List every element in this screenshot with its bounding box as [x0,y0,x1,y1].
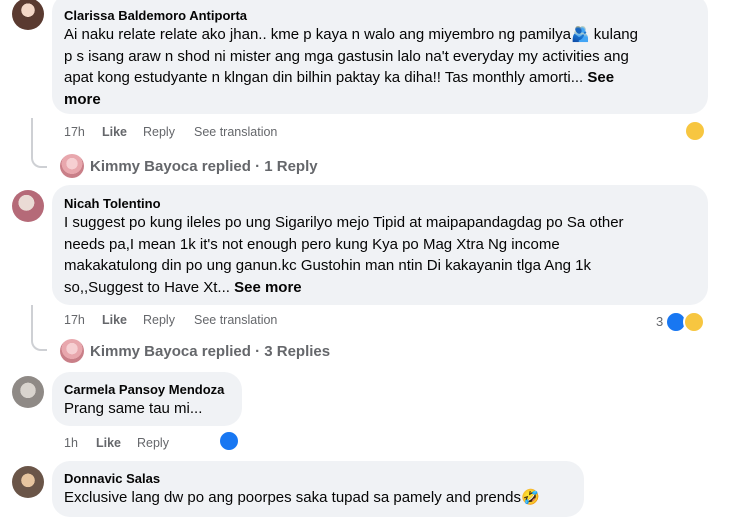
thread-connector [31,305,47,351]
comment-time[interactable]: 17h [64,313,85,327]
reply-button[interactable]: Reply [143,125,175,139]
comment-bubble: Carmela Pansoy Mendoza Prang same tau mi… [52,372,242,426]
avatar[interactable] [12,376,44,408]
comment-author[interactable]: Clarissa Baldemoro Antiporta [64,7,696,24]
avatar[interactable] [12,466,44,498]
comment-bubble: Donnavic Salas Exclusive lang dw po ang … [52,461,584,517]
comment-author[interactable]: Nicah Tolentino [64,195,696,212]
like-button[interactable]: Like [102,313,127,327]
see-translation-link[interactable]: See translation [194,125,277,139]
see-more-link[interactable]: See [587,69,614,86]
thread-connector [31,118,47,168]
avatar[interactable] [60,154,84,178]
comment-time[interactable]: 17h [64,125,85,139]
reaction-summary[interactable]: 3 [656,311,708,333]
like-button[interactable]: Like [96,436,121,450]
sad-reaction-icon[interactable] [686,122,704,140]
see-translation-link[interactable]: See translation [194,313,277,327]
view-replies-link[interactable]: Kimmy Bayoca replied · 3 Replies [90,343,330,360]
avatar[interactable] [12,0,44,30]
comment-author[interactable]: Donnavic Salas [64,470,572,487]
comment-text: Ai naku relate relate ako jhan.. kme p k… [64,24,696,110]
reply-button[interactable]: Reply [143,313,175,327]
avatar[interactable] [60,339,84,363]
reply-button[interactable]: Reply [137,436,169,450]
comment-bubble: Clarissa Baldemoro Antiporta Ai naku rel… [52,0,708,114]
see-more-link[interactable]: See more [234,279,302,296]
comment-bubble: Nicah Tolentino I suggest po kung ileles… [52,185,708,305]
like-reaction-icon[interactable] [219,431,239,451]
like-button[interactable]: Like [102,125,127,139]
view-replies-link[interactable]: Kimmy Bayoca replied · 1 Reply [90,158,318,175]
haha-reaction-icon [683,311,705,333]
comment-text: Prang same tau mi... [64,400,203,417]
see-more-link[interactable]: more [64,89,696,111]
comment-text: I suggest po kung ileles po ung Sigarily… [64,214,624,296]
comment-author[interactable]: Carmela Pansoy Mendoza [64,381,230,398]
reaction-count: 3 [656,314,664,329]
laughing-emoji-icon: 🤣 [520,489,540,506]
comment-time[interactable]: 1h [64,436,78,450]
avatar[interactable] [12,190,44,222]
comment-text: Exclusive lang dw po ang poorpes saka tu… [64,489,540,506]
family-emoji-icon: 🫂 [570,26,590,43]
